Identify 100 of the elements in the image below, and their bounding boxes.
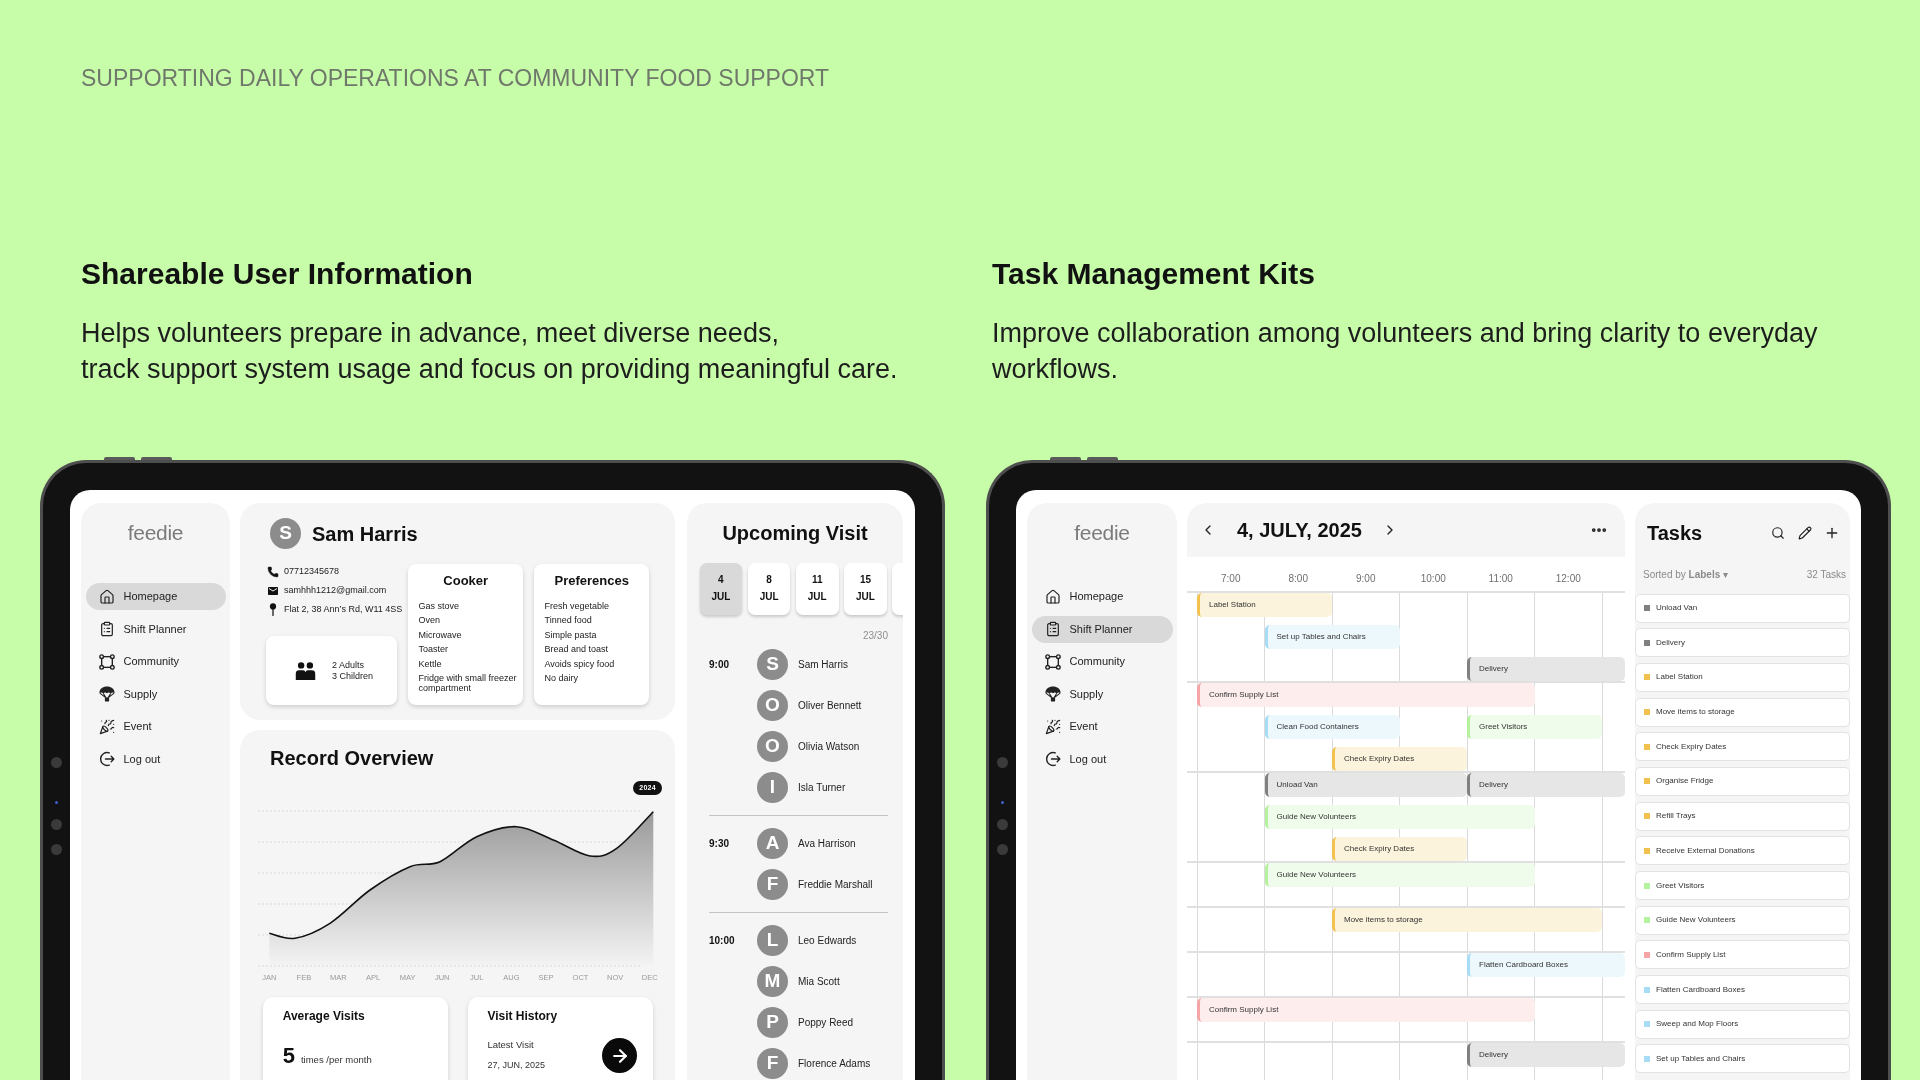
- avatar: F: [757, 869, 788, 900]
- search-icon[interactable]: [1771, 525, 1785, 540]
- list-item: Microwave: [418, 629, 462, 641]
- capacity-count: 23/30: [862, 630, 888, 642]
- nav-item[interactable]: Log out: [1031, 745, 1173, 773]
- task-item[interactable]: Confirm Supply List: [1635, 940, 1850, 970]
- date-tab[interactable]: 8 JUL: [747, 562, 791, 615]
- time-label: 9:00: [709, 658, 729, 671]
- calendar-event[interactable]: Delivery: [1467, 773, 1625, 797]
- parachute-icon: [98, 686, 115, 702]
- list-item: Fresh vegetable: [544, 601, 610, 612]
- date-tab[interactable]: 4 JUL: [699, 562, 743, 615]
- contact-text: Flat 2, 38 Ann’s Rd, W11 4SS: [284, 604, 403, 615]
- party-popper-icon: [98, 718, 115, 735]
- time-label: 7:00: [1221, 573, 1241, 585]
- nav-item[interactable]: Homepage: [1031, 583, 1173, 610]
- task-item[interactable]: Guide New Volunteers: [1635, 905, 1850, 935]
- card-title: Preferences: [554, 573, 629, 589]
- calendar-event[interactable]: Check Expiry Dates: [1332, 747, 1467, 771]
- task-item[interactable]: Unload Van: [1635, 593, 1850, 623]
- logout-icon: [98, 751, 115, 767]
- nav-item[interactable]: Homepage: [85, 583, 226, 610]
- time-label: 9:30: [709, 837, 729, 850]
- task-item[interactable]: Flatten Cardboard Boxes: [1635, 975, 1850, 1005]
- avatar: P: [757, 1007, 788, 1038]
- calendar-event[interactable]: Unload Van: [1264, 773, 1467, 797]
- parachute-icon: [1044, 686, 1061, 702]
- panel-title: Record Overview: [270, 746, 434, 770]
- task-item[interactable]: Greet Visitors: [1635, 871, 1850, 900]
- panel-title: Upcoming Visit: [722, 521, 868, 545]
- list-item: Bread and toast: [544, 644, 609, 655]
- list-item: Avoids spicy food: [544, 658, 615, 670]
- card-title: Cooker: [443, 573, 489, 589]
- party-popper-icon: [1044, 718, 1061, 735]
- visitor-name: Ava Harrison: [798, 837, 856, 850]
- unit-label: times /per month: [300, 1053, 372, 1065]
- calendar-event[interactable]: Set up Tables and Chairs: [1264, 625, 1400, 649]
- panel-title: Tasks: [1647, 520, 1703, 545]
- list-item: Fridge with small freezer compartment: [418, 672, 518, 694]
- calendar-event[interactable]: Clean Food Containers: [1264, 715, 1400, 739]
- visitor-name: Poppy Reed: [798, 1016, 854, 1029]
- calendar-event[interactable]: Delivery: [1467, 657, 1625, 681]
- house-icon: [98, 588, 115, 605]
- time-label: 10:00: [709, 934, 735, 947]
- calendar-event[interactable]: Confirm Supply List: [1197, 683, 1535, 707]
- task-item[interactable]: Organise Fridge: [1635, 766, 1850, 796]
- task-item[interactable]: Label Station: [1635, 662, 1850, 692]
- task-item[interactable]: Check Expiry Dates: [1635, 732, 1850, 762]
- eyebrow-text: SUPPORTING DAILY OPERATIONS AT COMMUNITY FOOD SUPPORT: [81, 64, 830, 92]
- calendar-event[interactable]: Guide New Volunteers: [1264, 863, 1535, 887]
- nav-item[interactable]: Shift Planner: [1031, 615, 1173, 643]
- visitor-name: Oliver Bennett: [798, 699, 862, 712]
- field-label: Latest Visit: [487, 1039, 534, 1050]
- calendar-event[interactable]: Confirm Supply List: [1197, 998, 1535, 1022]
- time-label: 11:00: [1488, 573, 1513, 585]
- contact-text: samhhh1212@gmail.com: [284, 585, 387, 596]
- calendar-event[interactable]: Greet Visitors: [1467, 715, 1602, 739]
- calendar-event[interactable]: Flatten Cardboard Boxes: [1467, 953, 1625, 977]
- contact-text: 07712345678: [284, 566, 340, 577]
- task-item[interactable]: Move items to storage: [1635, 697, 1850, 727]
- visitor-name: Olivia Watson: [798, 740, 860, 753]
- nav-item[interactable]: Event: [85, 713, 226, 740]
- date-tab[interactable]: 15 JUL: [844, 562, 887, 615]
- nav-item[interactable]: Supply: [1031, 680, 1173, 708]
- calendar-event[interactable]: Delivery: [1467, 1043, 1625, 1067]
- nav-item[interactable]: Community: [1031, 648, 1173, 675]
- list-item: No dairy: [544, 672, 578, 684]
- nav-item[interactable]: Supply: [85, 680, 226, 708]
- visit-date: 27, JUN, 2025: [487, 1060, 545, 1071]
- card-title: Visit History: [487, 1009, 558, 1024]
- profile-name: Sam Harris: [312, 521, 418, 546]
- section-title: Task Management Kits: [992, 256, 1315, 292]
- pencil-icon[interactable]: [1798, 525, 1812, 540]
- nav-item[interactable]: Event: [1031, 713, 1173, 740]
- list-item: Toaster: [418, 644, 448, 655]
- task-item[interactable]: Refill Trays: [1635, 801, 1850, 831]
- date-tab[interactable]: 11 JUL: [795, 562, 839, 615]
- task-count: 32 Tasks: [1806, 568, 1846, 580]
- task-item[interactable]: Set up Tables and Chairs: [1635, 1044, 1850, 1074]
- calendar-event[interactable]: Check Expiry Dates: [1332, 837, 1467, 861]
- task-item[interactable]: Delivery: [1635, 628, 1850, 658]
- nav-item[interactable]: Shift Planner: [85, 615, 226, 643]
- nav-item[interactable]: Community: [85, 648, 226, 675]
- list-item: Gas stove: [418, 601, 460, 612]
- visitor-name: Mia Scott: [798, 975, 840, 988]
- nodes-square-icon: [98, 653, 115, 670]
- calendar-event[interactable]: Move items to storage: [1332, 908, 1602, 932]
- clipboard-icon: [98, 621, 115, 637]
- logout-icon: [1044, 751, 1061, 767]
- avatar: A: [757, 828, 788, 859]
- calendar-event[interactable]: Label Station: [1197, 593, 1332, 617]
- app-logo: feedie: [1074, 520, 1130, 546]
- avatar: L: [757, 925, 788, 956]
- avatar: F: [757, 1048, 788, 1079]
- calendar-event[interactable]: Guide New Volunteers: [1264, 805, 1535, 829]
- avatar: S: [757, 649, 788, 680]
- task-item[interactable]: Sweep and Mop Floors: [1635, 1009, 1850, 1039]
- task-item[interactable]: Receive External Donations: [1635, 836, 1850, 866]
- next-button[interactable]: [602, 1038, 637, 1073]
- nav-item[interactable]: Log out: [85, 745, 226, 773]
